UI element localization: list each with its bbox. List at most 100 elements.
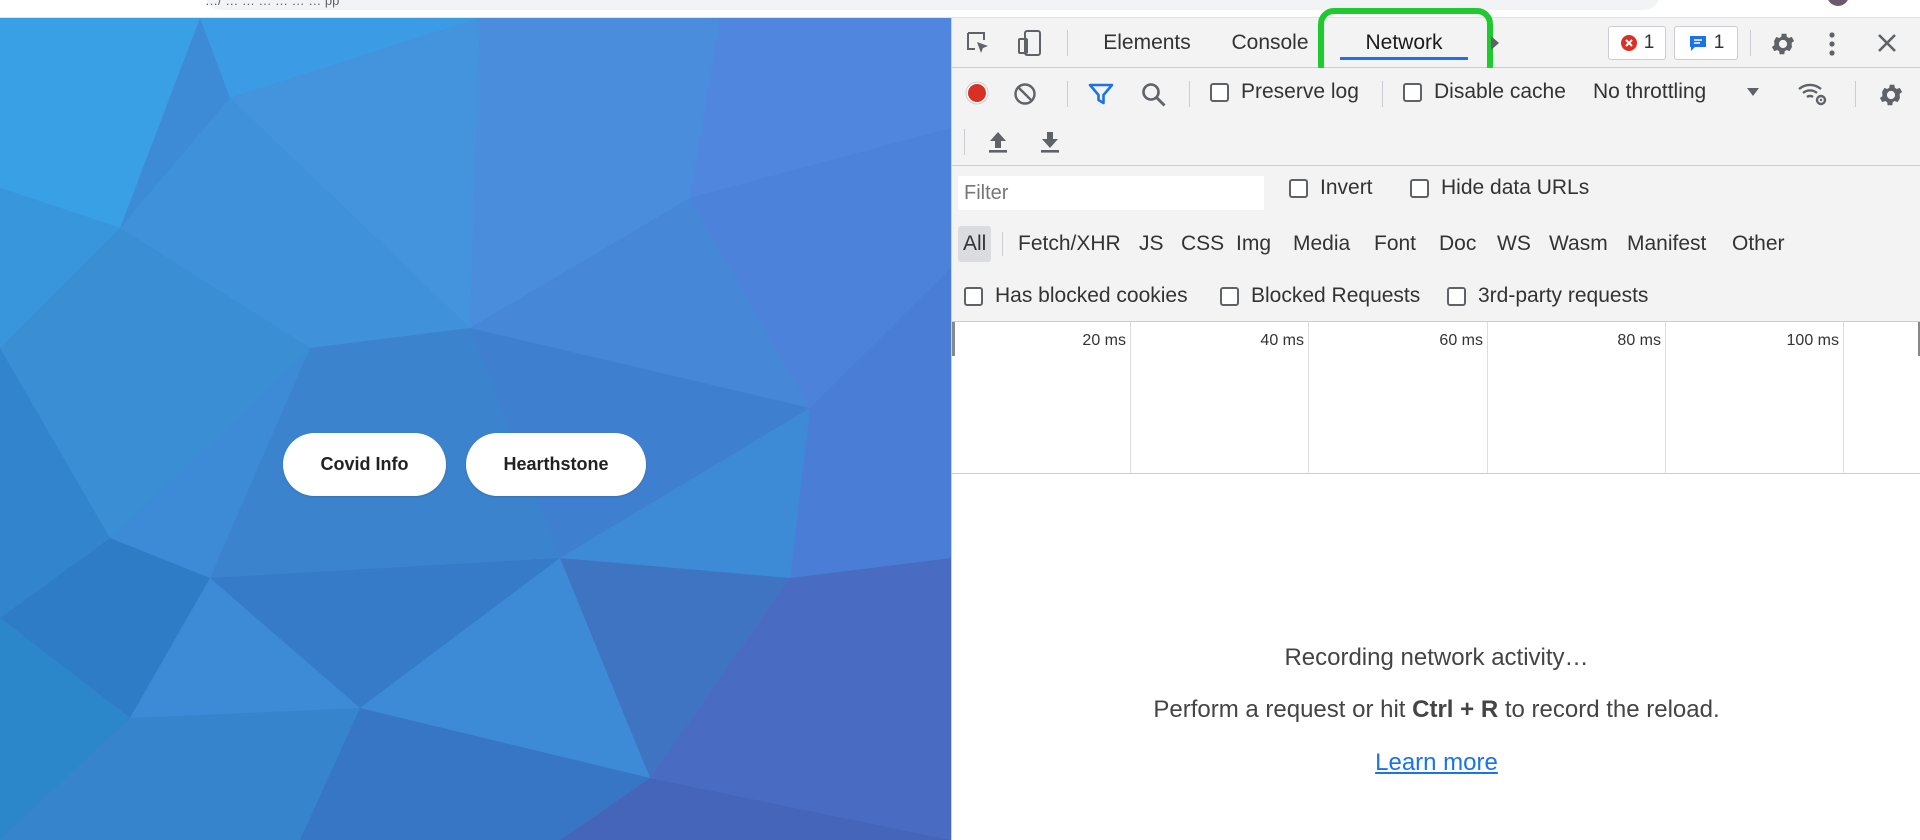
timeline-tick-label: 40 ms	[1260, 332, 1304, 349]
type-filter-manifest[interactable]: Manifest	[1622, 226, 1711, 262]
hide-data-urls-label: Hide data URLs	[1441, 176, 1590, 199]
timeline-left-handle[interactable]	[952, 322, 955, 356]
hide-data-urls-checkbox[interactable]: Hide data URLs	[1410, 176, 1589, 200]
blocked-requests-box[interactable]	[1220, 286, 1239, 306]
import-har-icon[interactable]	[985, 128, 1011, 156]
type-filter-label: Other	[1732, 232, 1785, 255]
timeline-gridline	[1665, 322, 1666, 474]
type-filter-font[interactable]: Font	[1369, 226, 1421, 262]
toolbar-divider	[1750, 30, 1751, 56]
filter-icon[interactable]	[1087, 81, 1115, 107]
resource-type-filters: All Fetch/XHR JS CSS Img Media Font Doc …	[952, 226, 1920, 262]
throttling-select[interactable]: No throttling	[1593, 80, 1760, 104]
preserve-log-label: Preserve log	[1241, 80, 1359, 103]
message-count: 1	[1713, 32, 1725, 53]
type-filter-ws[interactable]: WS	[1492, 226, 1536, 262]
toolbar-divider	[1382, 81, 1383, 107]
more-options-icon[interactable]	[1822, 29, 1842, 59]
hearthstone-button[interactable]: Hearthstone	[466, 433, 646, 496]
search-icon[interactable]	[1140, 81, 1168, 109]
device-toolbar-icon[interactable]	[1016, 29, 1044, 57]
type-filter-wasm[interactable]: Wasm	[1544, 226, 1613, 262]
record-icon	[965, 81, 989, 105]
tab-console[interactable]: Console	[1214, 18, 1326, 68]
third-party-requests-label: 3rd-party requests	[1478, 284, 1649, 307]
message-count-badge[interactable]: 1	[1674, 26, 1738, 60]
web-page-viewport: Covid Info Hearthstone	[0, 18, 951, 840]
type-filter-all[interactable]: All	[958, 226, 992, 262]
error-count-badge[interactable]: 1	[1608, 26, 1666, 60]
disable-cache-checkbox[interactable]: Disable cache	[1403, 80, 1566, 104]
type-filter-js[interactable]: JS	[1134, 226, 1169, 262]
blocked-cookies-checkbox[interactable]: Has blocked cookies	[964, 284, 1188, 308]
throttling-value: No throttling	[1593, 80, 1707, 103]
reload-hint-before: Perform a request or hit	[1153, 696, 1413, 723]
type-filter-label: CSS	[1181, 232, 1225, 255]
timeline-tick-label: 80 ms	[1617, 332, 1661, 349]
profile-avatar[interactable]	[1827, 0, 1849, 6]
settings-gear-icon[interactable]	[1768, 29, 1798, 59]
type-filter-img[interactable]: Img	[1231, 226, 1276, 262]
timeline-tick-label: 60 ms	[1439, 332, 1483, 349]
toolbar-divider	[1855, 81, 1856, 107]
preserve-log-box[interactable]	[1210, 82, 1229, 102]
timeline-gridline	[1843, 322, 1844, 474]
learn-more-link[interactable]: Learn more	[1375, 749, 1498, 776]
type-filter-doc[interactable]: Doc	[1434, 226, 1481, 262]
browser-top-strip: …/ … … … … … … pp	[0, 0, 1920, 18]
close-devtools-icon[interactable]	[1874, 30, 1900, 56]
network-toolbar: Preserve log Disable cache No throttling	[952, 68, 1920, 118]
preserve-log-checkbox[interactable]: Preserve log	[1210, 80, 1359, 104]
invert-label: Invert	[1320, 176, 1373, 199]
type-filter-label: Fetch/XHR	[1018, 232, 1121, 255]
import-export-toolbar	[952, 118, 1920, 166]
type-filter-other[interactable]: Other	[1727, 226, 1790, 262]
type-filter-label: WS	[1497, 232, 1531, 255]
invert-box[interactable]	[1289, 178, 1308, 198]
hide-data-urls-box[interactable]	[1410, 178, 1429, 198]
reload-hint-after: to record the reload.	[1498, 696, 1720, 723]
disable-cache-box[interactable]	[1403, 82, 1422, 102]
disable-cache-label: Disable cache	[1434, 80, 1566, 103]
type-filter-label: Font	[1374, 232, 1417, 255]
learn-more-row: Learn more	[952, 749, 1920, 777]
hearthstone-label: Hearthstone	[503, 454, 609, 474]
tab-console-label: Console	[1231, 31, 1309, 54]
type-filter-fetch-xhr[interactable]: Fetch/XHR	[1013, 226, 1126, 262]
network-empty-state: Recording network activity… Perform a re…	[952, 474, 1920, 840]
devtools-tab-bar: Elements Console Network 1 1	[952, 8, 1920, 82]
type-filter-css[interactable]: CSS	[1176, 226, 1229, 262]
tab-network[interactable]: Network	[1340, 18, 1468, 68]
invert-checkbox[interactable]: Invert	[1289, 176, 1373, 200]
network-conditions-icon[interactable]	[1797, 81, 1829, 107]
blocked-cookies-box[interactable]	[964, 286, 983, 306]
reload-shortcut: Ctrl + R	[1412, 696, 1499, 723]
type-filter-media[interactable]: Media	[1288, 226, 1355, 262]
network-timeline-overview[interactable]: 20 ms 40 ms 60 ms 80 ms 100 ms	[952, 322, 1920, 474]
third-party-requests-box[interactable]	[1447, 286, 1466, 306]
covid-info-label: Covid Info	[320, 454, 409, 474]
record-button[interactable]	[964, 80, 990, 106]
tab-elements[interactable]: Elements	[1088, 18, 1206, 68]
timeline-gridline	[1308, 322, 1309, 474]
export-har-icon[interactable]	[1037, 128, 1063, 156]
timeline-gridline	[1130, 322, 1131, 474]
clear-button[interactable]	[1012, 81, 1038, 107]
toolbar-divider	[1189, 81, 1190, 107]
covid-info-button[interactable]: Covid Info	[283, 433, 446, 496]
filter-input[interactable]	[958, 176, 1264, 210]
chevron-right-icon[interactable]	[1484, 30, 1506, 56]
toolbar-divider	[964, 129, 965, 155]
address-bar[interactable]: …/ … … … … … … pp	[205, 0, 1660, 10]
inspect-element-icon[interactable]	[964, 29, 992, 57]
dropdown-arrow-icon	[1747, 88, 1760, 96]
blocked-requests-checkbox[interactable]: Blocked Requests	[1220, 284, 1420, 308]
network-settings-gear-icon[interactable]	[1876, 80, 1906, 110]
message-icon	[1689, 36, 1706, 51]
filter-area: Invert Hide data URLs All Fetch/XHR JS C…	[952, 166, 1920, 322]
type-filter-label: Media	[1293, 232, 1351, 255]
toolbar-divider	[1067, 30, 1068, 56]
third-party-requests-checkbox[interactable]: 3rd-party requests	[1447, 284, 1648, 308]
tab-network-label: Network	[1365, 31, 1443, 54]
toolbar-divider	[1067, 81, 1068, 107]
